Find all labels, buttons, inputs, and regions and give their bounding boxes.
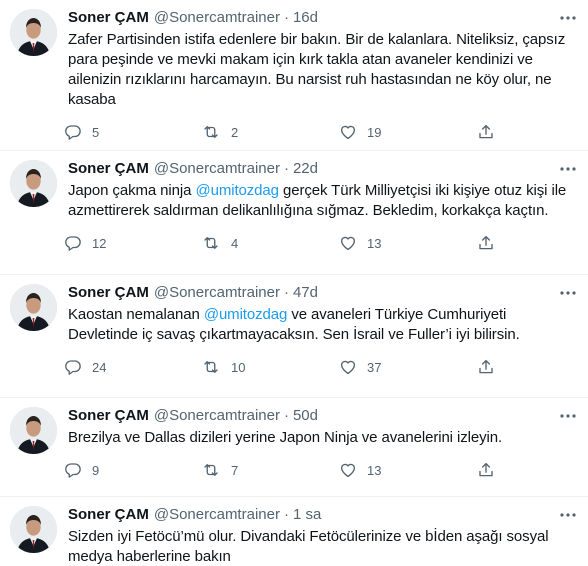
share-icon: [477, 358, 495, 376]
tweet-header: Soner ÇAM @Sonercamtrainer · 50d: [68, 405, 574, 426]
tweet[interactable]: Soner ÇAM @Sonercamtrainer · 50d Brezily…: [0, 398, 588, 497]
retweet-count: 10: [231, 359, 246, 375]
reply-button[interactable]: 9: [64, 461, 201, 479]
share-icon: [477, 461, 495, 479]
author-name[interactable]: Soner ÇAM: [68, 158, 149, 179]
separator-dot: ·: [283, 9, 289, 26]
tweet-time[interactable]: 16d: [293, 7, 318, 28]
tweet-text: Zafer Partisinden istifa edenlere bir ba…: [68, 31, 566, 108]
avatar[interactable]: [10, 284, 57, 331]
tweet[interactable]: Soner ÇAM @Sonercamtrainer · 1 sa Sizden…: [0, 497, 588, 566]
tweet-header: Soner ÇAM @Sonercamtrainer · 1 sa: [68, 504, 574, 525]
tweet-time[interactable]: 22d: [293, 158, 318, 179]
reply-icon: [64, 461, 82, 479]
mention-link[interactable]: @umitozdag: [195, 182, 279, 199]
retweet-count: 7: [231, 462, 239, 478]
retweet-button[interactable]: 2: [201, 123, 339, 141]
share-button[interactable]: [477, 123, 495, 141]
like-icon: [339, 123, 357, 141]
avatar[interactable]: [10, 407, 57, 454]
retweet-button[interactable]: 4: [201, 234, 339, 252]
more-icon[interactable]: [558, 160, 578, 178]
share-button[interactable]: [477, 461, 495, 479]
like-button[interactable]: 37: [339, 358, 477, 376]
like-count: 19: [367, 124, 382, 140]
more-icon[interactable]: [558, 506, 578, 524]
retweet-button[interactable]: 7: [201, 461, 339, 479]
avatar[interactable]: [10, 160, 57, 207]
like-icon: [339, 358, 357, 376]
author-name[interactable]: Soner ÇAM: [68, 504, 149, 525]
like-button[interactable]: 13: [339, 234, 477, 252]
reply-count: 5: [92, 124, 100, 140]
more-icon[interactable]: [558, 407, 578, 425]
tweet-feed: Soner ÇAM @Sonercamtrainer · 16d Zafer P…: [0, 0, 588, 566]
author-name[interactable]: Soner ÇAM: [68, 282, 149, 303]
tweet-time[interactable]: 50d: [293, 405, 318, 426]
reply-count: 12: [92, 235, 107, 251]
reply-button[interactable]: 5: [64, 123, 201, 141]
tweet-text: Sizden iyi Fetöcü’mü olur. Divandaki Fet…: [68, 528, 549, 565]
reply-icon: [64, 358, 82, 376]
author-name[interactable]: Soner ÇAM: [68, 7, 149, 28]
like-button[interactable]: 13: [339, 461, 477, 479]
tweet-header: Soner ÇAM @Sonercamtrainer · 47d: [68, 282, 574, 303]
author-handle[interactable]: @Sonercamtrainer: [154, 7, 280, 28]
reply-button[interactable]: 12: [64, 234, 201, 252]
tweet-actions: 9 7 13: [64, 452, 574, 488]
author-handle[interactable]: @Sonercamtrainer: [154, 158, 280, 179]
author-handle[interactable]: @Sonercamtrainer: [154, 504, 280, 525]
tweet-actions: 5 2 19: [64, 114, 574, 150]
tweet-text-part: Japon çakma ninja: [68, 182, 196, 199]
tweet-text: Brezilya ve Dallas dizileri yerine Japon…: [68, 429, 503, 446]
tweet[interactable]: Soner ÇAM @Sonercamtrainer · 47d Kaostan…: [0, 275, 588, 398]
share-icon: [477, 123, 495, 141]
like-icon: [339, 461, 357, 479]
share-button[interactable]: [477, 358, 495, 376]
reply-icon: [64, 234, 82, 252]
separator-dot: ·: [283, 160, 289, 177]
avatar[interactable]: [10, 9, 57, 56]
tweet-actions: 24 10 37: [64, 349, 574, 385]
reply-icon: [64, 123, 82, 141]
tweet-header: Soner ÇAM @Sonercamtrainer · 22d: [68, 158, 574, 179]
more-icon[interactable]: [558, 9, 578, 27]
tweet[interactable]: Soner ÇAM @Sonercamtrainer · 16d Zafer P…: [0, 0, 588, 151]
retweet-button[interactable]: 10: [201, 358, 339, 376]
retweet-icon: [201, 123, 221, 141]
tweet-text: Kaostan nemalanan @umitozdag ve avaneler…: [68, 305, 574, 345]
tweet-text: Japon çakma ninja @umitozdag gerçek Türk…: [68, 181, 574, 221]
reply-button[interactable]: 24: [64, 358, 201, 376]
retweet-count: 2: [231, 124, 239, 140]
retweet-icon: [201, 358, 221, 376]
author-handle[interactable]: @Sonercamtrainer: [154, 405, 280, 426]
tweet-time[interactable]: 47d: [293, 282, 318, 303]
share-icon: [477, 234, 495, 252]
more-icon[interactable]: [558, 284, 578, 302]
retweet-icon: [201, 461, 221, 479]
like-icon: [339, 234, 357, 252]
avatar[interactable]: [10, 506, 57, 553]
share-button[interactable]: [477, 234, 495, 252]
like-count: 13: [367, 462, 382, 478]
tweet[interactable]: Soner ÇAM @Sonercamtrainer · 22d Japon ç…: [0, 151, 588, 275]
separator-dot: ·: [283, 506, 289, 523]
reply-count: 24: [92, 359, 107, 375]
mention-link[interactable]: @umitozdag: [204, 306, 288, 323]
retweet-count: 4: [231, 235, 239, 251]
separator-dot: ·: [283, 407, 289, 424]
like-count: 37: [367, 359, 382, 375]
like-count: 13: [367, 235, 382, 251]
retweet-icon: [201, 234, 221, 252]
tweet-actions: 12 4 13: [64, 225, 574, 261]
tweet-text-part: Kaostan nemalanan: [68, 306, 204, 323]
like-button[interactable]: 19: [339, 123, 477, 141]
author-name[interactable]: Soner ÇAM: [68, 405, 149, 426]
reply-count: 9: [92, 462, 100, 478]
tweet-header: Soner ÇAM @Sonercamtrainer · 16d: [68, 7, 574, 28]
tweet-time[interactable]: 1 sa: [293, 504, 321, 525]
separator-dot: ·: [283, 284, 289, 301]
author-handle[interactable]: @Sonercamtrainer: [154, 282, 280, 303]
